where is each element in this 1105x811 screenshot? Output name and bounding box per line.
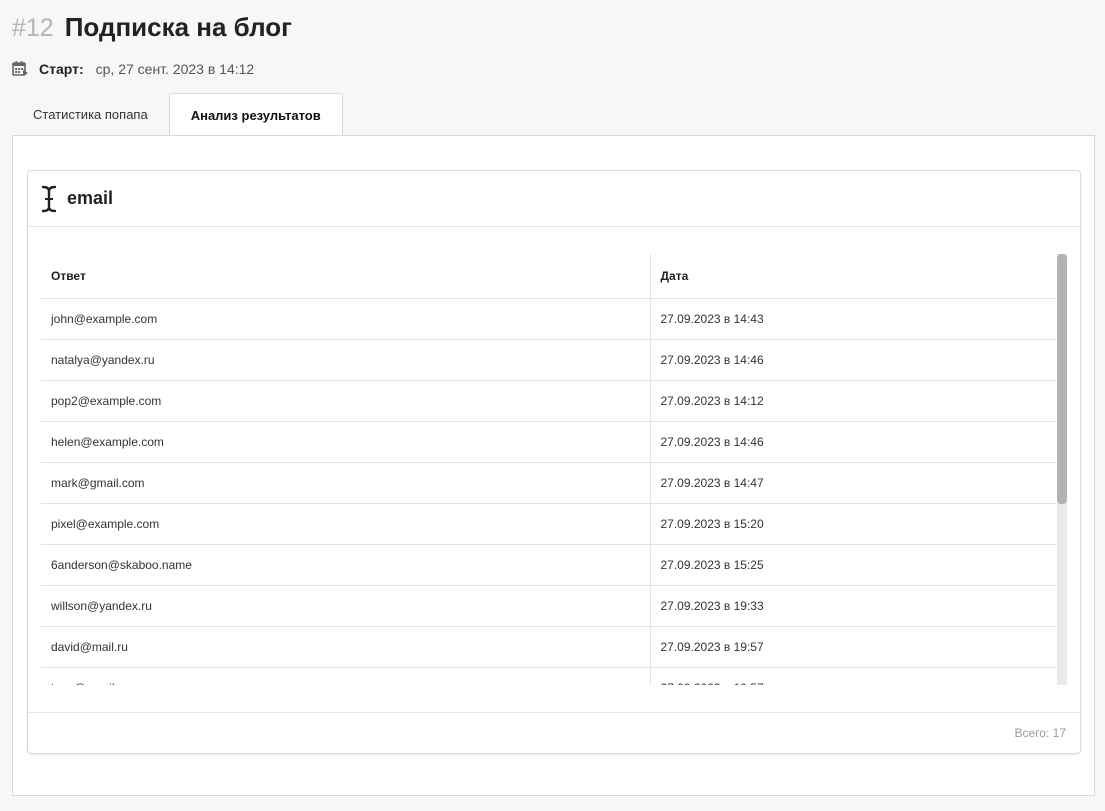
date-cell: 27.09.2023 в 19:57 <box>650 626 1056 668</box>
answer-cell: pop2@example.com <box>41 380 651 422</box>
answer-cell: john@example.com <box>41 298 651 340</box>
date-cell: 27.09.2023 в 14:43 <box>650 298 1056 340</box>
answers-table: Ответ Дата john@example.com 27.09.2023 в … <box>41 254 1056 685</box>
tab-popup-stats[interactable]: Статистика попапа <box>12 93 169 135</box>
date-cell: 27.09.2023 в 19:33 <box>650 585 1056 627</box>
text-cursor-icon <box>41 185 57 213</box>
table-scrollbar[interactable] <box>1057 254 1067 685</box>
column-header-date[interactable]: Дата <box>650 254 1056 299</box>
answer-cell: willson@yandex.ru <box>41 585 651 627</box>
table-row: pixel@example.com 27.09.2023 в 15:20 <box>41 503 1056 545</box>
page-title-row: #12 Подписка на блог <box>12 12 292 43</box>
table-scrollbar-thumb[interactable] <box>1057 254 1067 504</box>
card-footer: Всего: 17 <box>28 712 1080 754</box>
table-row: david@mail.ru 27.09.2023 в 19:57 <box>41 626 1056 668</box>
answer-cell: david@mail.ru <box>41 626 651 668</box>
page-title: Подписка на блог <box>64 12 292 42</box>
date-cell: 27.09.2023 в 15:25 <box>650 544 1056 586</box>
start-value: ср, 27 сент. 2023 в 14:12 <box>95 60 255 77</box>
table-row: tony@gmail.com27.09.2023 в 19:57 <box>41 667 1056 685</box>
table-row: pop2@example.com 27.09.2023 в 14:12 <box>41 380 1056 422</box>
answer-cell: helen@example.com <box>41 421 651 463</box>
date-cell: 27.09.2023 в 14:47 <box>650 462 1056 504</box>
date-cell: 27.09.2023 в 19:57 <box>650 667 1056 685</box>
start-label: Старт: <box>39 60 84 77</box>
table-row: mark@gmail.com 27.09.2023 в 14:47 <box>41 462 1056 504</box>
tab-results-analysis[interactable]: Анализ результатов <box>168 93 343 136</box>
total-count: Всего: 17 <box>1014 726 1066 740</box>
date-cell: 27.09.2023 в 14:12 <box>650 380 1056 422</box>
answer-cell: pixel@example.com <box>41 503 651 545</box>
table-row: natalya@yandex.ru 27.09.2023 в 14:46 <box>41 339 1056 381</box>
answer-cell: tony@gmail.com <box>41 667 651 685</box>
popup-number: #12 <box>12 14 54 42</box>
table-row: helen@example.com 27.09.2023 в 14:46 <box>41 421 1056 463</box>
table-row: 6anderson@skaboo.name 27.09.2023 в 15:25 <box>41 544 1056 586</box>
column-header-answer[interactable]: Ответ <box>41 254 651 299</box>
calendar-icon <box>12 60 28 77</box>
answer-cell: 6anderson@skaboo.name <box>41 544 651 586</box>
answer-cell: mark@gmail.com <box>41 462 651 504</box>
page: #12 Подписка на блог Старт: ср, 27 сент.… <box>0 0 1105 811</box>
answers-table-container[interactable]: Ответ Дата john@example.com 27.09.2023 в … <box>41 254 1067 685</box>
date-cell: 27.09.2023 в 14:46 <box>650 421 1056 463</box>
table-row: willson@yandex.ru 27.09.2023 в 19:33 <box>41 585 1056 627</box>
card-header: email <box>28 171 1080 227</box>
answer-cell: natalya@yandex.ru <box>41 339 651 381</box>
card-title: email <box>67 188 114 208</box>
start-info: Старт: ср, 27 сент. 2023 в 14:12 <box>12 60 254 77</box>
question-card: email Ответ Дата john@example.com 27.09.2… <box>27 170 1081 754</box>
tabs: Статистика попапа Анализ результатов <box>12 93 343 136</box>
table-header-row: Ответ Дата <box>41 254 1056 299</box>
date-cell: 27.09.2023 в 14:46 <box>650 339 1056 381</box>
date-cell: 27.09.2023 в 15:20 <box>650 503 1056 545</box>
table-row: john@example.com 27.09.2023 в 14:43 <box>41 298 1056 340</box>
results-panel: email Ответ Дата john@example.com 27.09.2… <box>12 135 1095 796</box>
